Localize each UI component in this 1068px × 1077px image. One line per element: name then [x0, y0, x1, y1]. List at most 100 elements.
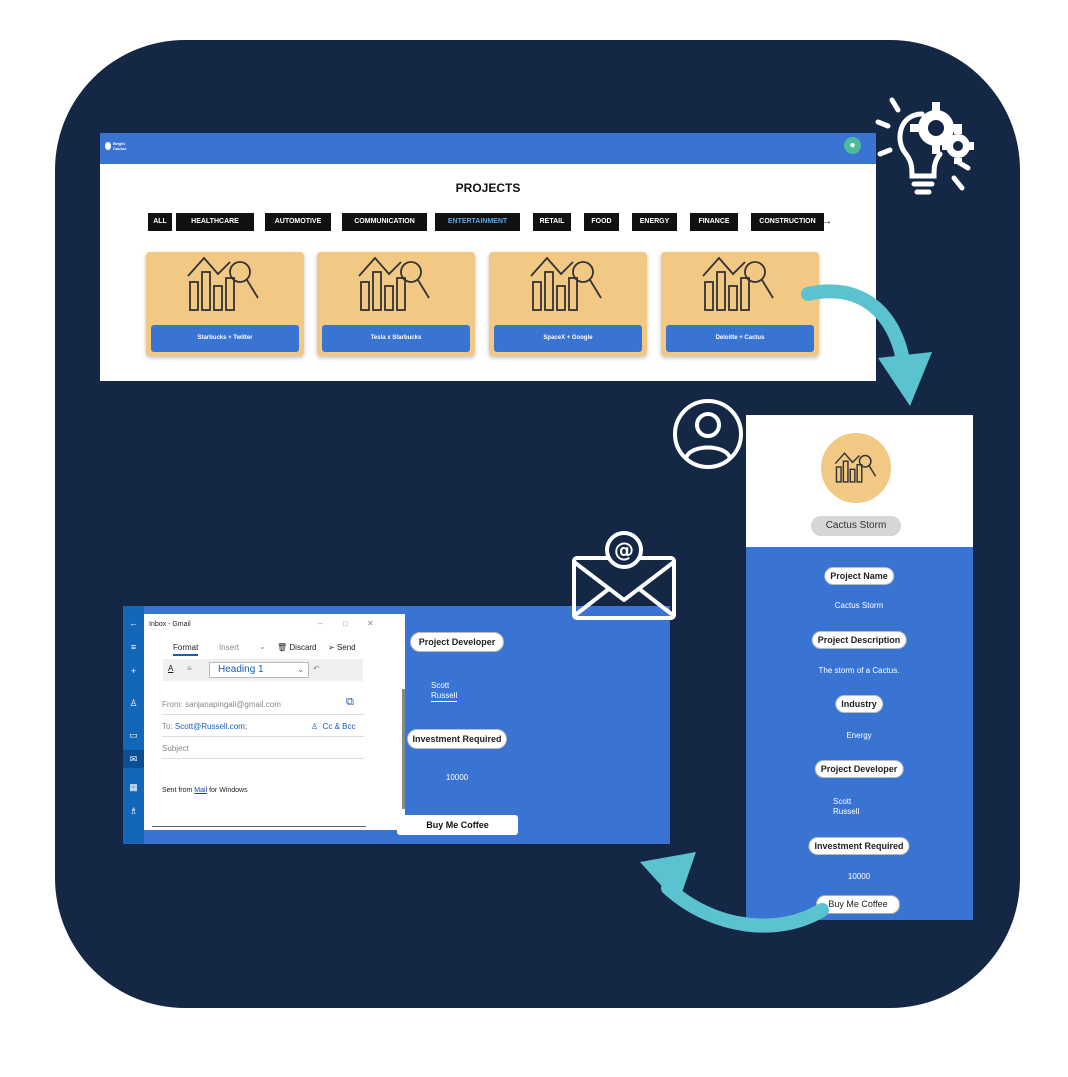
body-bottom-line — [152, 826, 366, 827]
category-tab[interactable]: COMMUNICATION — [342, 213, 427, 231]
signature-suffix: for Windows — [207, 787, 248, 794]
subject-field[interactable]: Subject — [162, 744, 189, 753]
mail-icon[interactable]: ✉ — [123, 750, 144, 768]
detail-header: Cactus Storm — [746, 415, 973, 547]
mail-nav-rail: ← ≡ + ♙ ▭ ✉ ▦ ♗ — [123, 606, 144, 844]
scrollbar[interactable] — [402, 689, 405, 809]
developer-last-name: Russell — [431, 691, 458, 702]
project-name-value: Cactus Storm — [834, 601, 884, 610]
category-tab[interactable]: CONSTRUCTION — [751, 213, 824, 231]
project-card-label[interactable]: SpaceX + Google — [494, 325, 642, 352]
project-description-value: The storm of a Cactus. — [818, 666, 900, 675]
people-icon[interactable]: ♗ — [123, 806, 144, 817]
from-field[interactable]: From: sanjanapingali@gmail.com — [162, 700, 281, 709]
window-title: Inbox - Gmail — [149, 621, 191, 628]
back-arrow-icon[interactable]: ← — [123, 618, 144, 628]
category-tab[interactable]: ENERGY — [632, 213, 677, 231]
mail-link[interactable]: Mail — [194, 787, 207, 794]
developer-first-name: Scott — [431, 681, 450, 690]
chart-magnifier-icon — [187, 256, 259, 311]
developer-last-name: Russell — [833, 807, 860, 816]
category-tab[interactable]: FINANCE — [690, 213, 738, 231]
style-value: Heading 1 — [218, 664, 264, 675]
from-label: From: — [162, 700, 183, 709]
category-tab[interactable]: FOOD — [584, 213, 619, 231]
developer-label: Project Developer — [814, 760, 904, 778]
undo-icon[interactable]: ↶ — [313, 664, 320, 673]
maximize-icon[interactable]: □ — [343, 619, 348, 628]
industry-value: Energy — [846, 731, 872, 740]
tab-format[interactable]: Format — [173, 643, 199, 656]
send-label: Send — [336, 643, 356, 652]
divider — [162, 736, 364, 737]
project-name-label: Project Name — [824, 567, 894, 585]
style-select[interactable]: Heading 1 ⌄ — [209, 662, 309, 678]
cc-bcc-label: Cc & Bcc — [322, 722, 356, 731]
curved-arrow-icon — [801, 284, 932, 406]
top-bar: Bright Cactus ● — [100, 133, 876, 164]
scroll-right-icon[interactable]: → — [822, 216, 832, 227]
category-tab[interactable]: RETAIL — [533, 213, 571, 231]
calendar-icon[interactable]: ▦ — [123, 782, 144, 793]
app-logo[interactable]: Bright Cactus — [105, 141, 126, 151]
category-tab[interactable]: ENTERTAINMENT — [435, 213, 520, 231]
envelope-at-icon: @ — [572, 531, 676, 620]
project-card[interactable]: Starbucks + Twitter — [146, 252, 304, 356]
compose-popout-icon[interactable]: ⧉ — [346, 696, 354, 709]
project-card-label[interactable]: Deloitte + Cactus — [666, 325, 814, 352]
project-card[interactable]: SpaceX + Google — [489, 252, 647, 356]
at-symbol: @ — [614, 538, 634, 562]
logo-drop-icon — [105, 142, 111, 150]
category-tab[interactable]: AUTOMOTIVE — [265, 213, 331, 231]
chevron-down-icon[interactable]: ⌄ — [259, 642, 266, 651]
send-icon: ➢ — [328, 643, 335, 652]
category-tab[interactable]: HEALTHCARE — [176, 213, 254, 231]
to-label: To: — [162, 722, 173, 731]
project-title: Cactus Storm — [811, 516, 901, 536]
category-tab[interactable]: ALL — [148, 213, 172, 231]
investment-value: 10000 — [847, 872, 871, 881]
developer-label: Project Developer — [410, 632, 504, 652]
project-card-label[interactable]: Starbucks + Twitter — [151, 325, 299, 352]
divider — [162, 758, 364, 759]
chart-magnifier-icon — [702, 256, 774, 311]
font-color-icon[interactable]: A — [168, 664, 173, 673]
buy-me-coffee-button[interactable]: Buy Me Coffee — [397, 815, 518, 835]
project-card[interactable]: Tesla x Starbucks — [317, 252, 475, 356]
project-description-label: Project Description — [811, 631, 907, 649]
user-avatar-icon[interactable]: ● — [844, 137, 861, 154]
project-card[interactable]: Deloitte + Cactus — [661, 252, 819, 356]
developer-value: Scott Russell — [431, 681, 458, 702]
new-mail-icon[interactable]: + — [123, 666, 144, 676]
folder-icon[interactable]: ▭ — [123, 730, 144, 741]
contact-icon: ♙ — [311, 722, 319, 731]
paragraph-icon[interactable]: ≡ — [187, 664, 192, 673]
from-value: sanjanapingali@gmail.com — [185, 700, 281, 709]
industry-label: Industry — [835, 695, 883, 713]
discard-button[interactable]: 🗑︎ Discard — [277, 643, 317, 652]
to-field[interactable]: To: Scott@Russell.com; — [162, 722, 247, 731]
cc-bcc-button[interactable]: ♙ Cc & Bcc — [311, 722, 356, 731]
developer-first-name: Scott — [833, 797, 852, 806]
account-icon[interactable]: ♙ — [123, 698, 144, 709]
signature-prefix: Sent from — [162, 787, 195, 794]
project-card-label[interactable]: Tesla x Starbucks — [322, 325, 470, 352]
developer-value: Scott Russell — [833, 797, 859, 817]
style-chevron-icon: ⌄ — [297, 665, 304, 674]
projects-screen: Bright Cactus ● PROJECTS ALL HEALTHCARE AU… — [100, 133, 876, 381]
trash-icon: 🗑︎ — [277, 643, 288, 652]
close-icon[interactable]: ✕ — [367, 619, 374, 628]
tab-insert[interactable]: Insert — [219, 643, 239, 652]
divider — [162, 714, 364, 715]
email-screen: ← ≡ + ♙ ▭ ✉ ▦ ♗ Inbox - Gmail – □ ✕ Form… — [123, 606, 670, 844]
discard-label: Discard — [289, 643, 317, 652]
page-title: PROJECTS — [455, 181, 521, 195]
format-toolbar: A ≡ Heading 1 ⌄ ↶ — [163, 659, 363, 681]
minimize-icon[interactable]: – — [318, 619, 322, 628]
send-button[interactable]: ➢ Send — [328, 643, 356, 652]
logo-text: Bright Cactus — [113, 141, 127, 151]
lightbulb-gears-icon — [875, 97, 974, 195]
chart-magnifier-icon — [530, 256, 602, 311]
user-circle-icon — [673, 399, 743, 469]
menu-icon[interactable]: ≡ — [123, 642, 144, 652]
